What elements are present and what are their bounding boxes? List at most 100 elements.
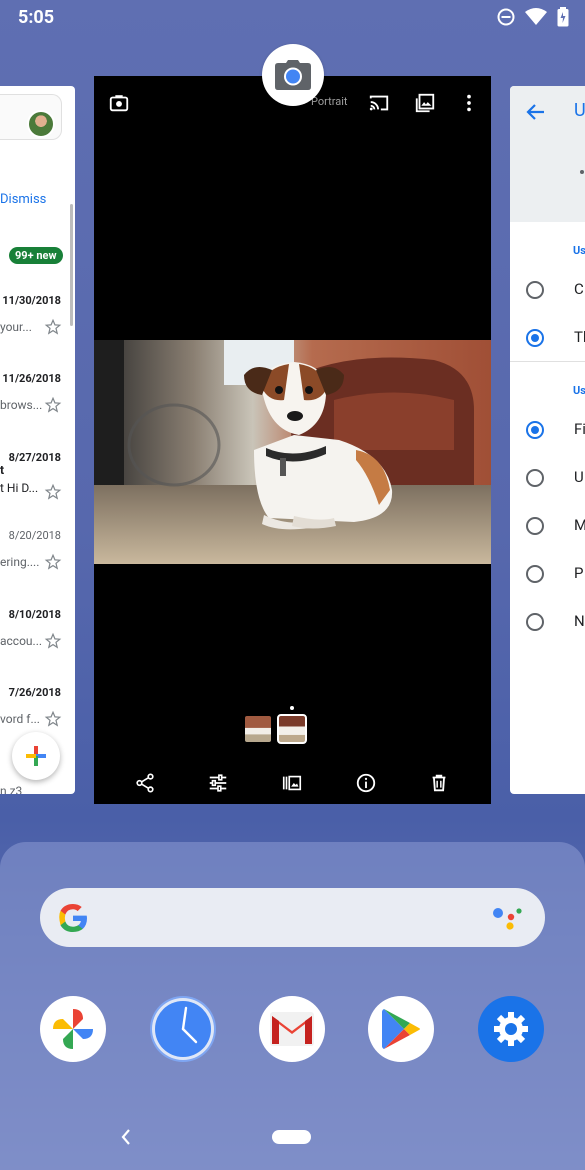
list-item[interactable]: 8/20/2018 ering....: [0, 529, 75, 607]
photo-filmstrip[interactable]: [245, 714, 307, 744]
more-vert-icon[interactable]: [458, 92, 480, 114]
gmail-icon: [270, 1012, 314, 1046]
dog-photo-image: [94, 340, 491, 564]
email-snippet: n z3: [0, 784, 23, 794]
radio-option[interactable]: Th: [510, 324, 585, 354]
email-date: 8/20/2018: [8, 529, 61, 542]
option-label: Th: [574, 328, 585, 346]
gear-icon: [494, 1012, 528, 1046]
photo-action-bar: [94, 768, 491, 798]
camera-icon: [275, 60, 311, 90]
option-label: N: [574, 612, 585, 630]
list-item[interactable]: 11/26/2018 brows...: [0, 372, 75, 450]
lens-icon[interactable]: [281, 772, 303, 794]
compose-button[interactable]: [12, 732, 60, 780]
dnd-icon: [497, 8, 515, 26]
email-date: 11/26/2018: [2, 372, 61, 385]
email-snippet: accou...: [0, 634, 43, 648]
section-header: Us: [573, 384, 585, 397]
photos-pinwheel-icon: [53, 1009, 93, 1049]
new-count-badge: 99+ new: [9, 247, 63, 264]
header-dot: [580, 170, 584, 174]
radio-button[interactable]: [526, 517, 544, 535]
delete-icon[interactable]: [428, 772, 450, 794]
option-label: Fi: [574, 420, 585, 438]
avatar[interactable]: [27, 110, 55, 138]
star-icon[interactable]: [44, 553, 62, 571]
email-snippet: ering....: [0, 555, 40, 569]
radio-option[interactable]: P: [510, 560, 585, 590]
radio-button-selected[interactable]: [526, 329, 544, 347]
edit-adjust-icon[interactable]: [207, 772, 229, 794]
star-icon[interactable]: [44, 318, 62, 336]
radio-option[interactable]: Fi: [510, 416, 585, 446]
nav-home-pill[interactable]: [272, 1130, 311, 1144]
list-item[interactable]: 8/10/2018 accou...: [0, 608, 75, 686]
email-snippet: brows...: [0, 398, 43, 412]
email-snippet: vord f...: [0, 712, 40, 726]
camera-app-icon[interactable]: [262, 44, 324, 106]
option-label: P: [574, 564, 584, 582]
gmail-app-icon[interactable]: [259, 996, 325, 1062]
selection-dot: [290, 706, 294, 710]
page-title: U: [574, 100, 585, 121]
email-snippet: t Hi D...: [0, 481, 39, 495]
radio-button-selected[interactable]: [526, 421, 544, 439]
email-sender: t: [0, 463, 5, 477]
radio-button[interactable]: [526, 613, 544, 631]
star-icon[interactable]: [44, 710, 62, 728]
nav-back-button[interactable]: [116, 1126, 136, 1148]
info-icon[interactable]: [355, 772, 377, 794]
google-assistant-icon[interactable]: [492, 904, 524, 932]
filmstrip-thumbnail-selected[interactable]: [277, 714, 307, 744]
portrait-label: Portrait: [311, 95, 348, 108]
divider: [510, 361, 585, 362]
email-snippet: your...: [0, 320, 32, 334]
photos-app-icon[interactable]: [40, 996, 106, 1062]
gmail-recent-card[interactable]: Dismiss 99+ new 11/30/2018 your... 11/26…: [0, 86, 75, 794]
email-date: 7/26/2018: [8, 686, 61, 699]
back-arrow-icon[interactable]: [526, 102, 546, 122]
status-time: 5:05: [18, 6, 55, 28]
list-item[interactable]: 11/30/2018 your...: [0, 294, 75, 372]
radio-option[interactable]: U: [510, 464, 585, 494]
dismiss-link[interactable]: Dismiss: [0, 192, 46, 207]
star-icon[interactable]: [44, 483, 62, 501]
status-icons: [497, 7, 569, 27]
screenshot-icon[interactable]: [108, 92, 130, 114]
share-icon[interactable]: [134, 772, 156, 794]
camera-recent-card[interactable]: Portrait: [94, 76, 491, 804]
settings-app-icon[interactable]: [478, 996, 544, 1062]
option-label: M: [574, 516, 585, 534]
gmail-search-bar[interactable]: [0, 94, 62, 140]
google-g-icon: [59, 904, 87, 932]
radio-button[interactable]: [526, 469, 544, 487]
star-icon[interactable]: [44, 396, 62, 414]
star-icon[interactable]: [44, 632, 62, 650]
list-item[interactable]: 8/27/2018 t t Hi D...: [0, 451, 75, 529]
radio-option[interactable]: C: [510, 276, 585, 306]
radio-button[interactable]: [526, 281, 544, 299]
option-label: C: [574, 280, 584, 298]
email-date: 8/27/2018: [8, 451, 61, 464]
clock-icon: [152, 998, 214, 1060]
email-date: 8/10/2018: [8, 608, 61, 621]
cast-icon[interactable]: [368, 92, 390, 114]
option-label: U: [574, 468, 584, 486]
section-header: Us: [573, 244, 585, 257]
radio-button[interactable]: [526, 565, 544, 583]
play-store-app-icon[interactable]: [368, 996, 434, 1062]
google-search-bar[interactable]: [40, 888, 545, 947]
play-store-icon: [382, 1009, 420, 1049]
wifi-icon: [525, 8, 547, 25]
gallery-icon[interactable]: [414, 92, 436, 114]
battery-icon: [557, 7, 569, 27]
radio-option[interactable]: M: [510, 512, 585, 542]
clock-app-icon[interactable]: [150, 996, 216, 1062]
radio-option[interactable]: N: [510, 608, 585, 638]
settings-recent-card[interactable]: U Us C Th Us Fi U M P N: [510, 86, 585, 794]
status-bar: 5:05: [0, 0, 585, 34]
plus-icon: [26, 746, 46, 766]
dog-photo[interactable]: [94, 340, 491, 564]
filmstrip-thumbnail[interactable]: [245, 716, 271, 742]
